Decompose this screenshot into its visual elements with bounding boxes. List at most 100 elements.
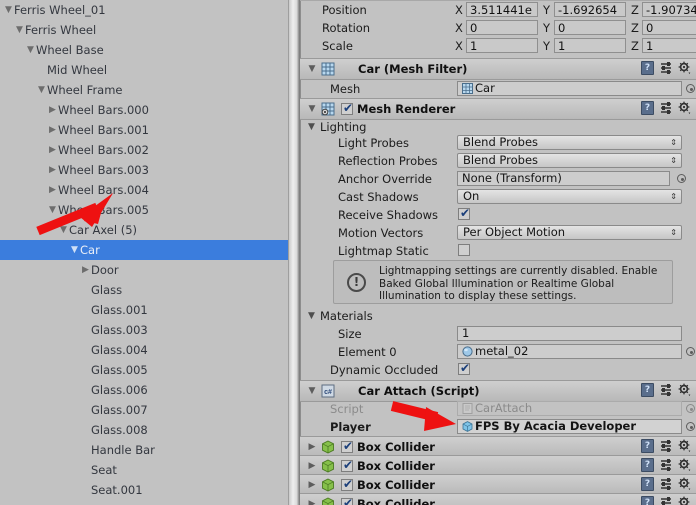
hierarchy-row[interactable]: ▼ Wheel Frame <box>0 80 288 100</box>
lighting-field-checkbox[interactable] <box>458 244 470 256</box>
mesh-filter-header[interactable]: ▼ Car (Mesh Filter) ? <box>300 58 696 80</box>
help-icon[interactable]: ? <box>641 383 654 397</box>
size-field[interactable]: 1 <box>457 326 682 341</box>
lighting-field-row[interactable]: Reflection Probes Blend Probes ⇕ <box>300 152 696 170</box>
transform-position-row[interactable]: Position X 3.511441e Y -1.692654 Z -1.90… <box>300 1 696 19</box>
gear-icon[interactable] <box>678 101 692 115</box>
hierarchy-row[interactable]: ▸Glass.008 <box>0 420 288 440</box>
lighting-field-row[interactable]: Cast Shadows On ⇕ <box>300 188 696 206</box>
foldout-expanded-icon[interactable]: ▼ <box>36 80 47 100</box>
materials-foldout-icon[interactable]: ▼ <box>308 307 315 325</box>
transform-scale-row[interactable]: Scale X 1 Y 1 Z 1 <box>300 37 696 55</box>
help-icon[interactable]: ? <box>641 458 654 472</box>
materials-size-row[interactable]: Size 1 <box>300 325 696 343</box>
hierarchy-row[interactable]: ▸Glass.006 <box>0 380 288 400</box>
help-icon[interactable]: ? <box>641 439 654 453</box>
mesh-renderer-header[interactable]: ▼ Mesh Renderer ? <box>300 98 696 120</box>
hierarchy-scrollbar[interactable] <box>288 0 300 505</box>
hierarchy-row[interactable]: ▸Seat.001 <box>0 480 288 500</box>
help-icon[interactable]: ? <box>641 61 654 75</box>
box-collider-enabled-checkbox[interactable] <box>341 439 354 453</box>
box-collider-foldout-icon[interactable]: ▶ <box>307 456 317 476</box>
gear-icon[interactable] <box>678 496 692 505</box>
hierarchy-row-selected[interactable]: ▼ Car <box>0 240 288 260</box>
foldout-collapsed-icon[interactable]: ▶ <box>47 180 58 200</box>
mesh-renderer-foldout-icon[interactable]: ▼ <box>307 99 317 119</box>
foldout-collapsed-icon[interactable]: ▶ <box>47 120 58 140</box>
foldout-collapsed-icon[interactable]: ▶ <box>47 100 58 120</box>
box-collider-enabled-checkbox[interactable] <box>341 458 354 472</box>
hierarchy-row[interactable]: ▶ Door <box>0 260 288 280</box>
hierarchy-row[interactable]: ▶ Wheel Bars.003 <box>0 160 288 180</box>
box-collider-foldout-icon[interactable]: ▶ <box>307 475 317 495</box>
element0-picker-icon[interactable] <box>686 347 695 356</box>
rotation-x-field[interactable]: 0 <box>466 20 538 35</box>
player-field-row[interactable]: Player FPS By Acacia Developer <box>300 418 696 477</box>
hierarchy-row[interactable]: ▸Mid Wheel <box>0 60 288 80</box>
hierarchy-row[interactable]: ▶ Wheel Bars.001 <box>0 120 288 140</box>
inspector-panel[interactable]: Position X 3.511441e Y -1.692654 Z -1.90… <box>300 0 696 505</box>
lighting-field-row[interactable]: Lightmap Static <box>300 242 696 260</box>
help-icon[interactable]: ? <box>641 101 654 115</box>
dynamic-occluded-row[interactable]: Dynamic Occluded <box>300 361 696 379</box>
preset-icon[interactable] <box>659 496 673 505</box>
help-icon[interactable]: ? <box>641 477 654 491</box>
hierarchy-row[interactable]: ▸Glass.004 <box>0 340 288 360</box>
hierarchy-row[interactable]: ▶ Wheel Bars.002 <box>0 140 288 160</box>
hierarchy-row[interactable]: ▸Handle Bar <box>0 440 288 460</box>
foldout-expanded-icon[interactable]: ▼ <box>14 20 25 40</box>
lighting-field-row[interactable]: Receive Shadows <box>300 206 696 224</box>
hierarchy-row[interactable]: ▸Glass.007 <box>0 400 288 420</box>
lighting-field-dropdown[interactable]: On ⇕ <box>457 189 682 204</box>
hierarchy-row[interactable]: ▼ Ferris Wheel <box>0 20 288 40</box>
preset-icon[interactable] <box>659 458 673 472</box>
mesh-object-field[interactable]: Car <box>457 81 682 96</box>
object-picker-icon[interactable] <box>677 174 686 183</box>
scale-x-field[interactable]: 1 <box>466 38 538 53</box>
hierarchy-row[interactable]: ▸Glass.005 <box>0 360 288 380</box>
lighting-field-row[interactable]: Light Probes Blend Probes ⇕ <box>300 134 696 152</box>
lighting-field-dropdown[interactable]: Blend Probes ⇕ <box>457 135 682 150</box>
gear-icon[interactable] <box>678 439 692 453</box>
rotation-z-field[interactable]: 0 <box>642 20 696 35</box>
mesh-picker-icon[interactable] <box>686 84 695 93</box>
hierarchy-row[interactable]: ▼ Wheel Base <box>0 40 288 60</box>
hierarchy-row[interactable]: ▼ Car Axel (5) <box>0 220 288 240</box>
box-collider-header[interactable]: ▶ Box Collider? <box>300 493 696 505</box>
hierarchy-row[interactable]: ▶Wheel Bars.006 <box>0 500 288 505</box>
hierarchy-row[interactable]: ▸Glass.003 <box>0 320 288 340</box>
foldout-expanded-icon[interactable]: ▼ <box>3 0 14 20</box>
lighting-field-row[interactable]: Anchor Override None (Transform) <box>300 170 696 188</box>
mesh-filter-foldout-icon[interactable]: ▼ <box>307 59 317 79</box>
lighting-field-checkbox[interactable] <box>458 206 471 220</box>
hierarchy-row[interactable]: ▶ Wheel Bars.000 <box>0 100 288 120</box>
preset-icon[interactable] <box>659 439 673 453</box>
gear-icon[interactable] <box>678 383 692 397</box>
foldout-expanded-icon[interactable]: ▼ <box>25 40 36 60</box>
hierarchy-row[interactable]: ▸Glass.001 <box>0 300 288 320</box>
hierarchy-panel[interactable]: ▼ Ferris Wheel_01 ▼ Ferris Wheel ▼ Wheel Base… <box>0 0 288 505</box>
materials-element0-row[interactable]: Element 0 metal_02 <box>300 343 696 361</box>
foldout-collapsed-icon[interactable]: ▶ <box>47 500 58 505</box>
foldout-expanded-icon[interactable]: ▼ <box>69 240 80 260</box>
rotation-y-field[interactable]: 0 <box>554 20 626 35</box>
foldout-collapsed-icon[interactable]: ▶ <box>47 160 58 180</box>
hierarchy-row[interactable]: ▼ Ferris Wheel_01 <box>0 0 288 20</box>
player-picker-icon[interactable] <box>686 422 695 431</box>
lighting-field-row[interactable]: Motion Vectors Per Object Motion ⇕ <box>300 224 696 242</box>
box-collider-enabled-checkbox[interactable] <box>341 496 354 505</box>
lighting-object-field[interactable]: None (Transform) <box>457 171 670 186</box>
mesh-renderer-enabled-checkbox[interactable] <box>341 101 354 115</box>
preset-icon[interactable] <box>659 61 673 75</box>
hierarchy-row[interactable]: ▸Glass <box>0 280 288 300</box>
hierarchy-row[interactable]: ▼ Wheel Bars.005 <box>0 200 288 220</box>
box-collider-foldout-icon[interactable]: ▶ <box>307 494 317 505</box>
scale-y-field[interactable]: 1 <box>554 38 626 53</box>
transform-rotation-row[interactable]: Rotation X 0 Y 0 Z 0 <box>300 19 696 37</box>
car-attach-header[interactable]: ▼ c# Car Attach (Script) ? <box>300 380 696 402</box>
lighting-field-dropdown[interactable]: Per Object Motion ⇕ <box>457 225 682 240</box>
preset-icon[interactable] <box>659 477 673 491</box>
preset-icon[interactable] <box>659 101 673 115</box>
mesh-field-row[interactable]: Mesh Car <box>300 80 696 98</box>
foldout-expanded-icon[interactable]: ▼ <box>58 220 69 240</box>
